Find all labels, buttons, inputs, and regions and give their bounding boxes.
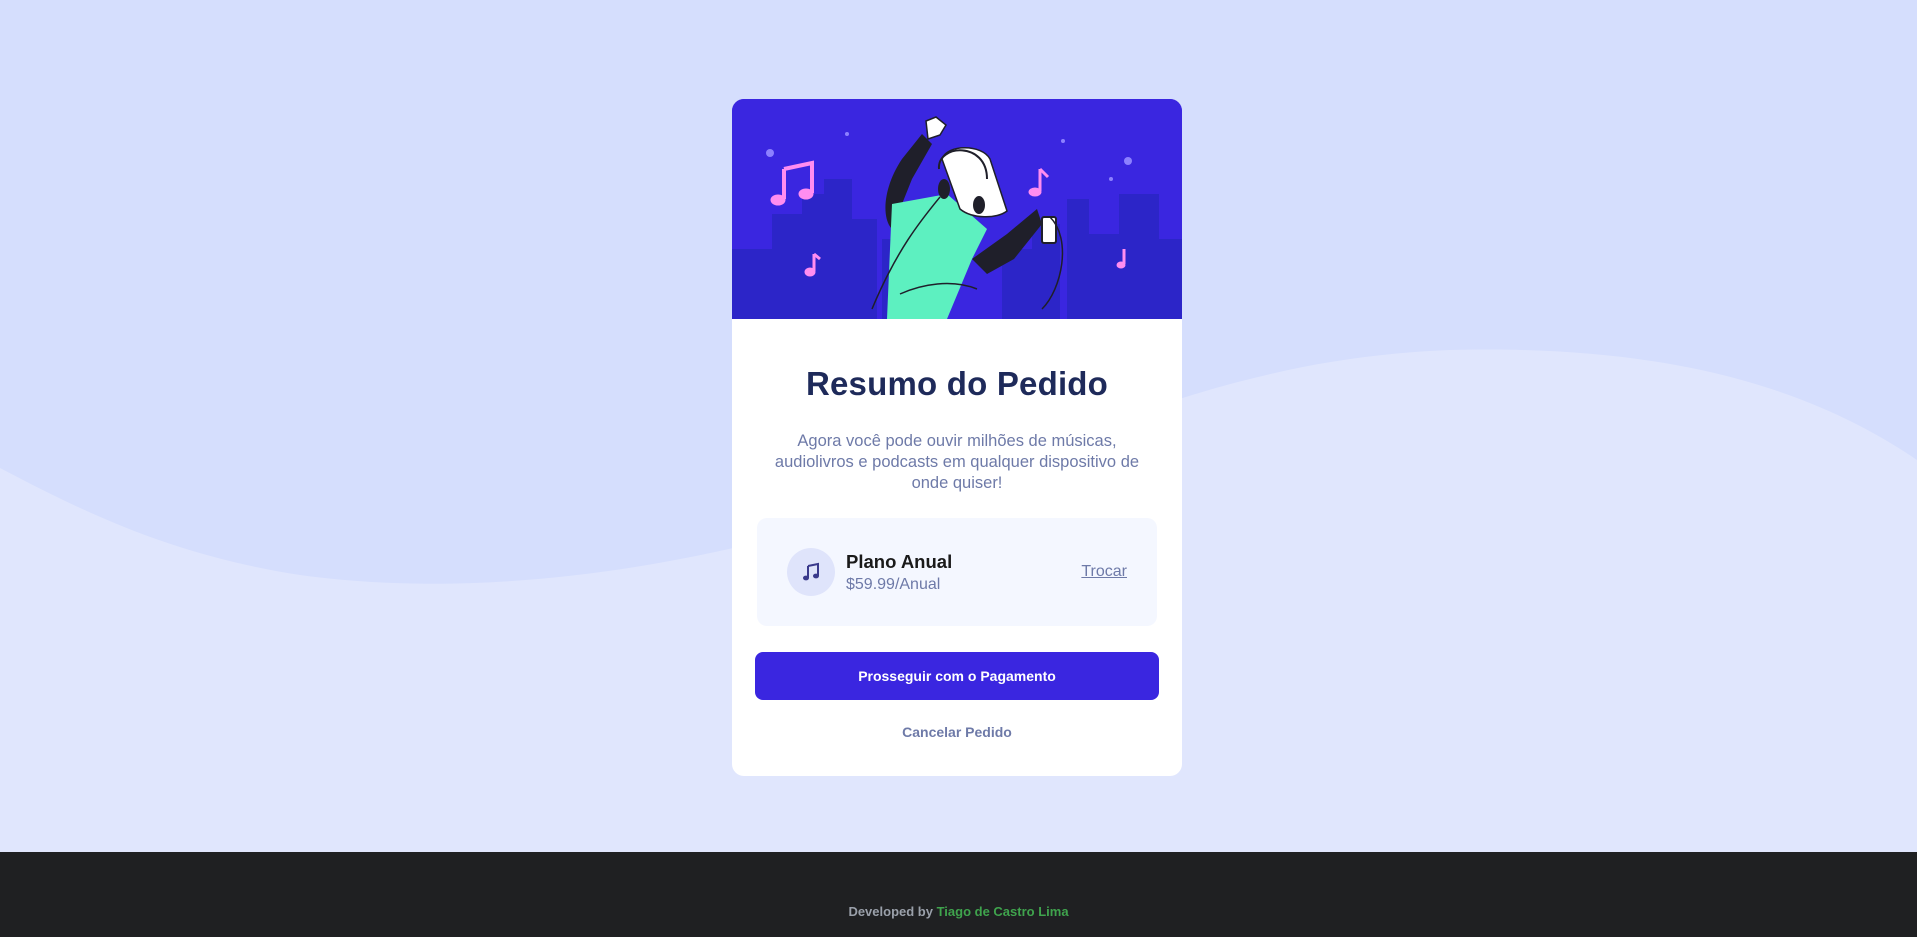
- change-plan-link[interactable]: Trocar: [1081, 563, 1127, 581]
- footer-credit: Developed by Tiago de Castro Lima: [0, 904, 1917, 919]
- order-summary-card: Resumo do Pedido Agora você pode ouvir m…: [732, 99, 1182, 776]
- plan-price: $59.99/Anual: [846, 575, 941, 593]
- footer-prefix: Developed by: [848, 904, 933, 919]
- summary-description: Agora você pode ouvir milhões de músicas…: [774, 432, 1140, 492]
- page-title: Resumo do Pedido: [805, 365, 1109, 402]
- cancel-order-button[interactable]: Cancelar Pedido: [732, 724, 1182, 740]
- music-note-icon: [787, 548, 835, 596]
- plan-name: Plano Anual: [846, 550, 953, 572]
- footer: Developed by Tiago de Castro Lima: [0, 852, 1917, 937]
- proceed-payment-button[interactable]: Prosseguir com o Pagamento: [755, 652, 1159, 700]
- plan-info: Plano Anual $59.99/Anual: [846, 551, 1081, 594]
- author-link[interactable]: Tiago de Castro Lima: [937, 904, 1069, 919]
- plan-box: Plano Anual $59.99/Anual Trocar: [757, 518, 1157, 626]
- hero-illustration: [732, 99, 1182, 319]
